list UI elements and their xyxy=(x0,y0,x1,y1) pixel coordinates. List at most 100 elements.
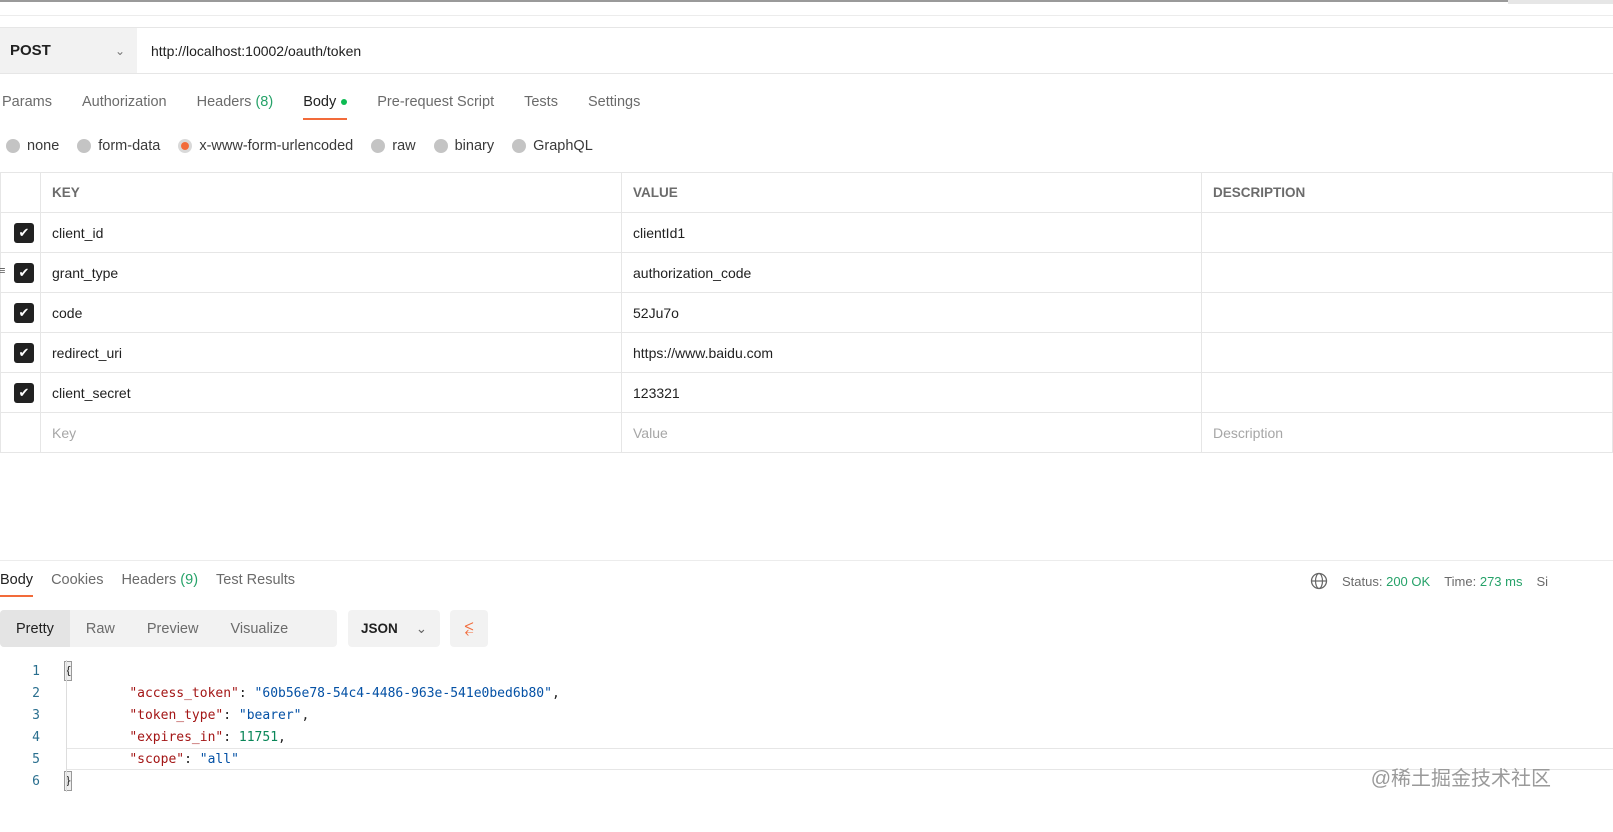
code-line: 1{ xyxy=(0,660,1613,682)
drag-handle-icon[interactable]: ≡ xyxy=(0,265,5,277)
row-checkbox[interactable]: ✔ xyxy=(14,343,34,363)
row-checkbox[interactable]: ✔ xyxy=(14,223,34,243)
radio-label: GraphQL xyxy=(533,138,593,154)
response-tab-body[interactable]: Body xyxy=(0,568,42,597)
tab-label: Body xyxy=(0,572,33,588)
key-input[interactable]: Key xyxy=(41,413,622,453)
radio-icon xyxy=(512,139,526,153)
radio-raw[interactable]: raw xyxy=(371,138,415,154)
tab-label: Pre-request Script xyxy=(377,94,494,110)
table-row: ✔ redirect_urihttps://www.baidu.com xyxy=(1,333,1613,373)
response-tab-cookies[interactable]: Cookies xyxy=(42,568,112,597)
value-cell[interactable]: clientId1 xyxy=(622,213,1202,253)
format-label: JSON xyxy=(361,621,398,636)
wrap-lines-icon: ⥶ xyxy=(464,620,473,638)
watermark: @稀土掘金技术社区 xyxy=(1371,762,1551,791)
key-cell[interactable]: client_id xyxy=(41,213,622,253)
tab-label: Headers xyxy=(121,572,176,588)
checkbox-column-header xyxy=(1,173,41,213)
tab-headers[interactable]: Headers (8) xyxy=(182,90,289,120)
description-cell[interactable] xyxy=(1202,293,1613,333)
description-cell[interactable] xyxy=(1202,213,1613,253)
key-cell[interactable]: grant_type xyxy=(41,253,622,293)
key-cell[interactable]: redirect_uri xyxy=(41,333,622,373)
radio-selected-icon xyxy=(178,139,192,153)
line-number: 3 xyxy=(0,708,40,723)
tab-label: Tests xyxy=(524,94,558,110)
top-right-button[interactable] xyxy=(1508,0,1613,4)
code-line: 2 "access_token": "60b56e78-54c4-4486-96… xyxy=(0,682,1613,704)
line-number: 1 xyxy=(0,664,40,679)
radio-graphql[interactable]: GraphQL xyxy=(512,138,593,154)
response-tab-headers[interactable]: Headers (9) xyxy=(112,568,207,597)
response-tab-test-results[interactable]: Test Results xyxy=(207,568,304,597)
description-column-header: DESCRIPTION xyxy=(1202,173,1613,213)
tab-label: Headers xyxy=(197,94,252,110)
radio-icon xyxy=(434,139,448,153)
tab-params[interactable]: Params xyxy=(0,90,67,120)
row-checkbox[interactable]: ✔ xyxy=(14,263,34,283)
description-cell[interactable] xyxy=(1202,373,1613,413)
body-type-radios: none form-data x-www-form-urlencoded raw… xyxy=(6,138,593,154)
indent-guide xyxy=(66,660,67,792)
table-header: KEY VALUE DESCRIPTION xyxy=(1,173,1613,213)
value-cell[interactable]: 52Ju7o xyxy=(622,293,1202,333)
view-raw[interactable]: Raw xyxy=(70,610,131,647)
tab-settings[interactable]: Settings xyxy=(573,90,655,120)
radio-x-www-form-urlencoded[interactable]: x-www-form-urlencoded xyxy=(178,138,353,154)
value-cell[interactable]: 123321 xyxy=(622,373,1202,413)
format-select[interactable]: JSON ⌄ xyxy=(348,610,440,647)
url-input[interactable]: http://localhost:10002/oauth/token xyxy=(137,28,361,73)
tab-label: Test Results xyxy=(216,572,295,588)
row-checkbox[interactable]: ✔ xyxy=(14,303,34,323)
table-row: ≡ ✔ grant_typeauthorization_code xyxy=(1,253,1613,293)
line-number: 2 xyxy=(0,686,40,701)
headers-count: (8) xyxy=(255,94,273,110)
tab-label: Authorization xyxy=(82,94,167,110)
radio-none[interactable]: none xyxy=(6,138,59,154)
radio-label: form-data xyxy=(98,138,160,154)
tab-tests[interactable]: Tests xyxy=(509,90,573,120)
chevron-down-icon: ⌄ xyxy=(416,621,427,637)
view-pretty[interactable]: Pretty xyxy=(0,610,70,647)
code-line: 4 "expires_in": 11751, xyxy=(0,726,1613,748)
radio-icon xyxy=(77,139,91,153)
table-row: ✔ client_idclientId1 xyxy=(1,213,1613,253)
radio-label: binary xyxy=(455,138,495,154)
status-value: 200 OK xyxy=(1386,574,1430,589)
code-line: 3 "token_type": "bearer", xyxy=(0,704,1613,726)
tab-pre-request-script[interactable]: Pre-request Script xyxy=(362,90,509,120)
row-checkbox[interactable]: ✔ xyxy=(14,383,34,403)
value-cell[interactable]: https://www.baidu.com xyxy=(622,333,1202,373)
line-number: 5 xyxy=(0,752,40,767)
key-cell[interactable]: code xyxy=(41,293,622,333)
window-top-border xyxy=(0,0,1613,2)
table-row: ✔ client_secret123321 xyxy=(1,373,1613,413)
value-input[interactable]: Value xyxy=(622,413,1202,453)
time-value: 273 ms xyxy=(1480,574,1523,589)
description-cell[interactable] xyxy=(1202,253,1613,293)
radio-icon xyxy=(6,139,20,153)
radio-binary[interactable]: binary xyxy=(434,138,495,154)
value-cell[interactable]: authorization_code xyxy=(622,253,1202,293)
tab-bar-divider xyxy=(0,15,1613,16)
tab-label: Params xyxy=(2,94,52,110)
globe-icon[interactable] xyxy=(1310,572,1328,590)
radio-label: raw xyxy=(392,138,415,154)
wrap-lines-button[interactable]: ⥶ xyxy=(450,610,488,647)
key-column-header: KEY xyxy=(41,173,622,213)
status-label: Status: xyxy=(1342,574,1382,589)
description-input[interactable]: Description xyxy=(1202,413,1613,453)
line-number: 6 xyxy=(0,774,40,789)
params-table: KEY VALUE DESCRIPTION ✔ client_idclientId… xyxy=(0,172,1613,453)
radio-form-data[interactable]: form-data xyxy=(77,138,160,154)
tab-body[interactable]: Body xyxy=(288,90,362,120)
description-cell[interactable] xyxy=(1202,333,1613,373)
view-visualize[interactable]: Visualize xyxy=(214,610,304,647)
method-select[interactable]: POST⌄ xyxy=(0,28,137,73)
tab-authorization[interactable]: Authorization xyxy=(67,90,182,120)
view-preview[interactable]: Preview xyxy=(131,610,215,647)
key-cell[interactable]: client_secret xyxy=(41,373,622,413)
response-status: Status: 200 OK Time: 273 ms Si xyxy=(1310,572,1548,590)
modified-dot-icon xyxy=(341,99,347,105)
